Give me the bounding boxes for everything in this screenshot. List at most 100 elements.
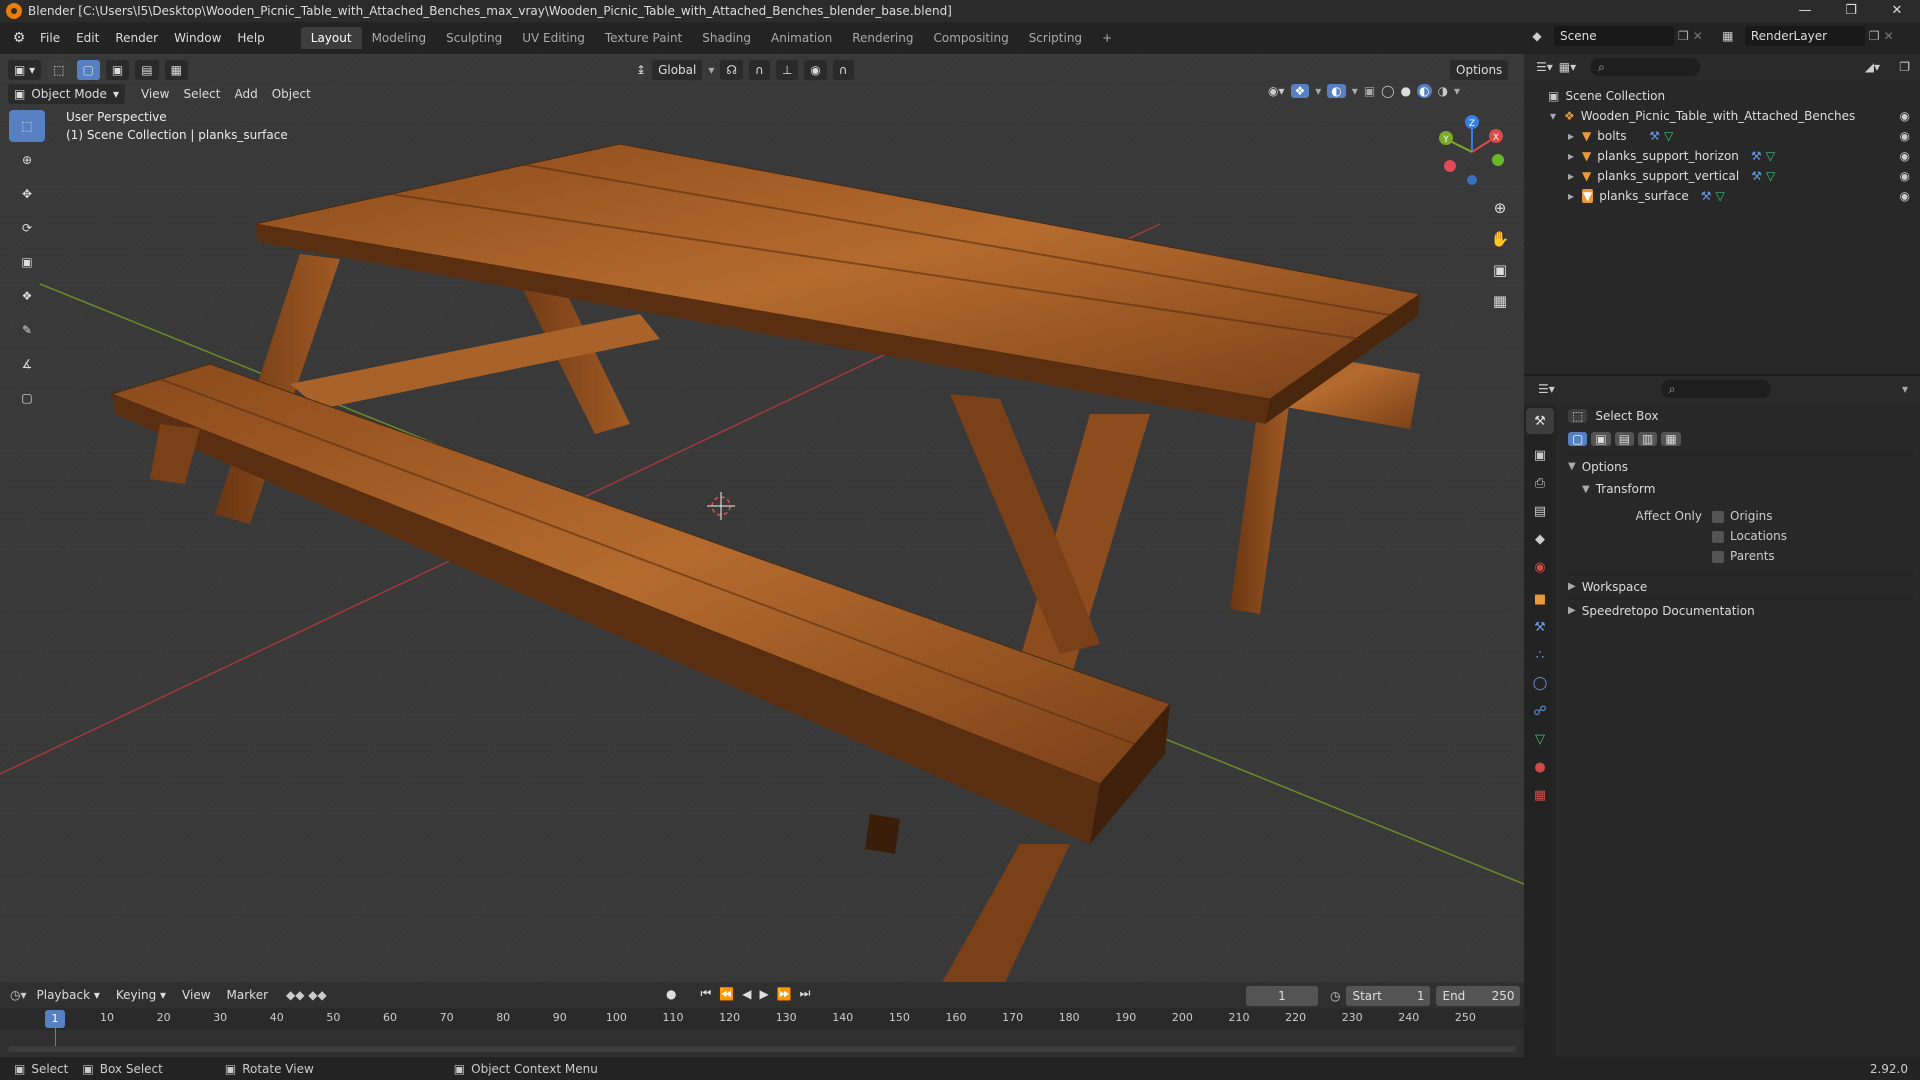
gizmo-dropdown-icon[interactable]: ▾ (1315, 84, 1321, 98)
orientation-dropdown[interactable]: Global (652, 60, 703, 80)
properties-editor-icon[interactable]: ☰▾ (1538, 382, 1555, 396)
scene-collection-row[interactable]: ▣ Scene Collection (1524, 86, 1920, 106)
navigation-gizmo[interactable]: Z X Y (1434, 114, 1510, 190)
checkbox-box[interactable] (1712, 530, 1724, 543)
filter-icon[interactable]: ◢▾ (1865, 60, 1880, 74)
object-tab-icon[interactable]: ■ (1526, 586, 1554, 612)
tab-rendering[interactable]: Rendering (842, 27, 923, 49)
tab-texture-paint[interactable]: Texture Paint (595, 27, 692, 49)
clock-icon[interactable]: ◷ (1330, 989, 1340, 1003)
timeline-scrollbar[interactable] (8, 1046, 1516, 1052)
play-icon[interactable]: ▶ (759, 987, 768, 1001)
cursor-tool-icon[interactable]: ⊕ (9, 144, 45, 176)
tool-tab-icon[interactable]: ⚒ (1526, 408, 1554, 434)
scene-name-field[interactable]: Scene (1554, 26, 1674, 46)
tab-compositing[interactable]: Compositing (923, 27, 1018, 49)
eye-icon[interactable]: ◉ (1900, 189, 1910, 203)
outliner-item-planks-support-horizon[interactable]: ▸ ▼ planks_support_horizon ⚒ ▽ ◉ (1524, 146, 1920, 166)
new-collection-icon[interactable]: ❐ (1899, 60, 1910, 74)
select-box-tool-icon[interactable]: ⬚ (9, 110, 45, 142)
timeline-menu-marker[interactable]: Marker (221, 985, 274, 1005)
select-subtract-icon[interactable]: ▤ (135, 60, 159, 80)
shading-dropdown-icon[interactable]: ▾ (1454, 84, 1460, 98)
menu-help[interactable]: Help (229, 26, 272, 50)
mode-difference-icon[interactable]: ▥ (1638, 432, 1658, 446)
mode-extend-icon[interactable]: ▣ (1591, 432, 1611, 446)
snap-target-icon[interactable]: ⊥ (775, 60, 799, 80)
properties-search-input[interactable]: ⌕ (1660, 380, 1771, 398)
maximize-button[interactable]: ❐ (1828, 0, 1874, 22)
jump-start-icon[interactable]: ⏮ (700, 986, 711, 1001)
physics-tab-icon[interactable]: ◯ (1526, 670, 1554, 696)
modifier-tab-icon[interactable]: ⚒ (1526, 614, 1554, 640)
tab-scripting[interactable]: Scripting (1019, 27, 1092, 49)
expand-arrow-icon[interactable]: ▸ (1568, 149, 1574, 163)
world-tab-icon[interactable]: ◉ (1526, 554, 1554, 580)
editor-type-icon[interactable]: ▣ ▾ (8, 60, 42, 80)
select-mode-icon[interactable]: ⬚ (47, 60, 71, 80)
3d-viewport[interactable]: ▣ ▾ ⬚ ▢ ▣ ▤ ▦ ↨ Global ▾ ☊ ∩ ⊥ ◉ ∩ Optio… (0, 54, 1524, 982)
move-tool-icon[interactable]: ✥ (9, 178, 45, 210)
annotate-tool-icon[interactable]: ✎ (9, 314, 45, 346)
timeline-editor-icon[interactable]: ◷▾ (10, 988, 27, 1002)
object-mode-dropdown[interactable]: ▣ Object Mode ▾ (8, 84, 125, 104)
output-tab-icon[interactable]: ⎙ (1526, 470, 1554, 496)
menu-render[interactable]: Render (107, 26, 166, 50)
overlays-toggle-icon[interactable]: ◐ (1327, 84, 1346, 98)
record-icon[interactable]: ● (666, 987, 676, 1001)
menu-file[interactable]: File (32, 26, 68, 50)
tab-layout[interactable]: Layout (300, 27, 362, 49)
parents-checkbox[interactable]: Parents (1712, 546, 1787, 566)
select-extend-icon[interactable]: ▣ (105, 60, 130, 80)
expand-arrow-icon[interactable]: ▸ (1568, 169, 1574, 183)
jump-key-forward-icon[interactable]: ⏩ (777, 987, 792, 1001)
origins-checkbox[interactable]: Origins (1712, 506, 1787, 526)
viewport-menu-select[interactable]: Select (177, 84, 226, 104)
material-tab-icon[interactable]: ● (1526, 754, 1554, 780)
scene-tab-icon[interactable]: ◆ (1526, 526, 1554, 552)
gizmo-toggle-icon[interactable]: ❖ (1290, 84, 1310, 98)
collection-row[interactable]: ▾ ❖ Wooden_Picnic_Table_with_Attached_Be… (1524, 106, 1920, 126)
select-new-icon[interactable]: ▢ (76, 60, 100, 80)
jump-key-back-icon[interactable]: ⏪ (719, 987, 734, 1001)
mode-subtract-icon[interactable]: ▤ (1614, 432, 1635, 446)
eye-icon[interactable]: ◉ (1900, 169, 1910, 183)
checkbox-box[interactable] (1712, 510, 1724, 523)
tab-sculpting[interactable]: Sculpting (436, 27, 512, 49)
expand-arrow-icon[interactable]: ▸ (1568, 189, 1574, 203)
expand-arrow-icon[interactable]: ▸ (1568, 129, 1574, 143)
display-mode-icon[interactable]: ▦▾ (1559, 60, 1576, 74)
wireframe-shading-icon[interactable]: ◯ (1381, 84, 1394, 98)
transform-subsection[interactable]: ▼ Transform (1568, 478, 1914, 500)
viewport-menu-add[interactable]: Add (228, 84, 263, 104)
options-section[interactable]: ▼ Options (1568, 454, 1914, 478)
frame-ruler[interactable]: 10 20 30 40 50 60 70 80 90 100 110 120 130 140 150 160 1… (0, 1008, 1524, 1030)
bench-leg-right[interactable] (865, 814, 900, 854)
visibility-icon[interactable]: ◉▾ (1268, 84, 1285, 98)
outliner-item-planks-surface[interactable]: ▸ ▼ planks_surface ⚒ ▽ ◉ (1524, 186, 1920, 206)
render-layer-field[interactable]: RenderLayer (1744, 26, 1865, 46)
particles-tab-icon[interactable]: ∴ (1526, 642, 1554, 668)
menu-window[interactable]: Window (166, 26, 229, 50)
zoom-icon[interactable]: ⊕ (1486, 194, 1514, 222)
data-tab-icon[interactable]: ▽ (1526, 726, 1554, 752)
rotate-tool-icon[interactable]: ⟳ (9, 212, 45, 244)
timeline-menu-keying[interactable]: Keying ▾ (110, 985, 172, 1005)
add-workspace-icon[interactable]: + (1092, 27, 1122, 49)
delete-scene-icon[interactable]: ✕ (1693, 29, 1703, 43)
timeline-menu-view[interactable]: View (176, 985, 216, 1005)
pivot-icon[interactable]: ☊ (720, 60, 744, 80)
axis-gizmo-icon[interactable]: Z X Y (1434, 114, 1510, 190)
new-layer-icon[interactable]: ❐ (1869, 29, 1880, 43)
expand-arrow-icon[interactable]: ▾ (1550, 109, 1556, 123)
menu-edit[interactable]: Edit (68, 26, 107, 50)
eye-icon[interactable]: ◉ (1900, 149, 1910, 163)
tab-shading[interactable]: Shading (692, 27, 761, 49)
delete-layer-icon[interactable]: ✕ (1884, 29, 1894, 43)
proportional-edit-icon[interactable]: ◉ (804, 60, 827, 80)
outliner-item-planks-support-vertical[interactable]: ▸ ▼ planks_support_vertical ⚒ ▽ ◉ (1524, 166, 1920, 186)
timeline-menu-playback[interactable]: Playback ▾ (31, 985, 106, 1005)
scale-tool-icon[interactable]: ▣ (9, 246, 45, 278)
checkbox-box[interactable] (1712, 550, 1724, 563)
ortho-grid-icon[interactable]: ▦ (1486, 287, 1514, 315)
